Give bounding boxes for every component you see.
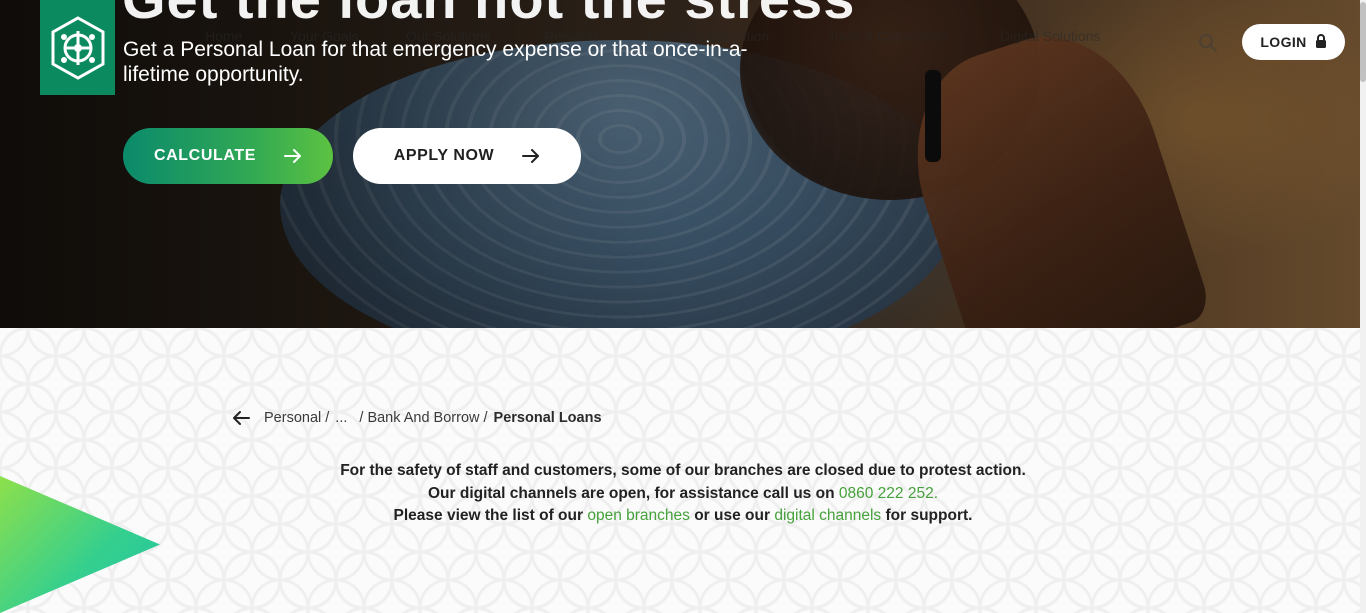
breadcrumb: Personal / ... / Bank And Borrow / Perso…	[232, 410, 602, 426]
breadcrumb-item-bank-and-borrow[interactable]: / Bank And Borrow /	[359, 410, 487, 426]
arrow-right-icon	[283, 149, 302, 163]
calculate-button[interactable]: CALCULATE	[123, 128, 333, 184]
breadcrumb-current: Personal Loans	[493, 410, 602, 426]
digital-channels-link[interactable]: digital channels	[774, 507, 881, 524]
notice-line-3-start: Please view the list of our	[393, 507, 584, 524]
nav-item-digital-solutions[interactable]: Digital Solutions	[1000, 28, 1100, 44]
login-button[interactable]: LOGIN	[1242, 24, 1345, 60]
nav-item-rewards[interactable]: Rewards	[544, 28, 599, 44]
apply-now-button-label: APPLY NOW	[393, 147, 495, 164]
notice-line-3-end: for support.	[885, 507, 973, 524]
apply-now-button[interactable]: APPLY NOW	[353, 128, 581, 184]
breadcrumb-item-personal[interactable]: Personal /	[264, 410, 329, 426]
breadcrumb-ellipsis[interactable]: ...	[335, 410, 347, 426]
search-icon[interactable]	[1198, 33, 1218, 58]
calculate-button-label: CALCULATE	[154, 147, 256, 164]
notice-line-3: Please view the list of our open branche…	[0, 505, 1366, 528]
nav-item-financial-education[interactable]: Financial Education	[647, 28, 769, 44]
phone-link[interactable]: 0860 222 252	[839, 485, 934, 502]
protest-notice: For the safety of staff and customers, s…	[0, 460, 1366, 528]
notice-line-1: For the safety of staff and customers, s…	[340, 462, 1026, 479]
page-scrollbar[interactable]	[1360, 0, 1366, 613]
notice-line-2-text: Our digital channels are open, for assis…	[427, 484, 835, 502]
login-button-label: LOGIN	[1260, 34, 1307, 50]
hero-banner: Get the loan not the stress Get a Person…	[0, 0, 1366, 328]
nav-item-home[interactable]: Home	[205, 28, 242, 44]
nav-item-our-solutions[interactable]: Our Solutions	[406, 28, 491, 44]
notice-line-2: Our digital channels are open, for assis…	[0, 483, 1366, 506]
open-branches-link[interactable]: open branches	[587, 507, 690, 524]
notice-line-3-mid: or use our	[694, 507, 771, 524]
nav-item-tools-calculators[interactable]: Tools & Calculators	[828, 28, 948, 44]
lock-icon	[1315, 33, 1327, 51]
hero-title: Get the loan not the stress	[122, 0, 855, 31]
hero-subtitle: Get a Personal Loan for that emergency e…	[123, 38, 748, 86]
logo-icon[interactable]	[40, 0, 115, 95]
scrollbar-thumb[interactable]	[1360, 2, 1366, 82]
arrow-left-icon[interactable]	[232, 411, 250, 425]
notice-line-2-end: .	[933, 484, 939, 502]
nav-item-your-goals[interactable]: Your Goals	[290, 28, 359, 44]
arrow-right-icon	[522, 149, 540, 163]
content-area: Personal / ... / Bank And Borrow / Perso…	[0, 328, 1366, 613]
